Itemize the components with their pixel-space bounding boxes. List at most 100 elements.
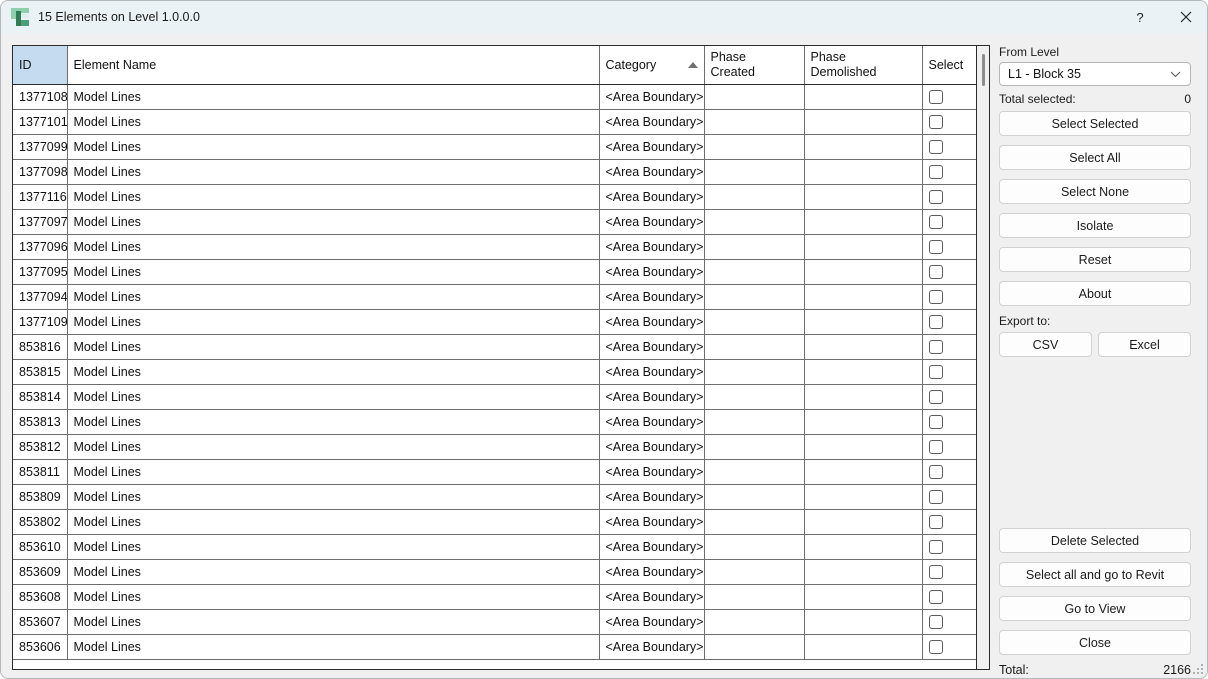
column-header-element-name[interactable]: Element Name: [67, 46, 599, 84]
row-select-checkbox[interactable]: [929, 115, 943, 129]
cell-select[interactable]: [922, 509, 978, 534]
column-header-category[interactable]: Category: [599, 46, 704, 84]
cell-element-name: Model Lines: [67, 559, 599, 584]
row-select-checkbox[interactable]: [929, 165, 943, 179]
cell-select[interactable]: [922, 609, 978, 634]
row-select-checkbox[interactable]: [929, 590, 943, 604]
cell-select[interactable]: [922, 584, 978, 609]
cell-select[interactable]: [922, 259, 978, 284]
export-excel-button[interactable]: Excel: [1098, 332, 1191, 357]
row-select-checkbox[interactable]: [929, 415, 943, 429]
select-none-button[interactable]: Select None: [999, 179, 1191, 204]
row-select-checkbox[interactable]: [929, 315, 943, 329]
table-row[interactable]: 853812Model Lines<Area Boundary>: [13, 434, 978, 459]
cell-select[interactable]: [922, 559, 978, 584]
column-header-phase-created[interactable]: Phase Created: [704, 46, 804, 84]
table-row[interactable]: 853609Model Lines<Area Boundary>: [13, 559, 978, 584]
row-select-checkbox[interactable]: [929, 640, 943, 654]
row-select-checkbox[interactable]: [929, 615, 943, 629]
table-row[interactable]: 853607Model Lines<Area Boundary>: [13, 609, 978, 634]
grid-vertical-scrollbar[interactable]: [976, 46, 989, 669]
cell-select[interactable]: [922, 234, 978, 259]
table-row[interactable]: 853802Model Lines<Area Boundary>: [13, 509, 978, 534]
about-button[interactable]: About: [999, 281, 1191, 306]
table-row[interactable]: 853610Model Lines<Area Boundary>: [13, 534, 978, 559]
table-row[interactable]: 853815Model Lines<Area Boundary>: [13, 359, 978, 384]
cell-select[interactable]: [922, 109, 978, 134]
table-row[interactable]: 853816Model Lines<Area Boundary>: [13, 334, 978, 359]
isolate-button[interactable]: Isolate: [999, 213, 1191, 238]
table-row[interactable]: 853811Model Lines<Area Boundary>: [13, 459, 978, 484]
help-button[interactable]: ?: [1117, 1, 1163, 33]
cell-element-name: Model Lines: [67, 259, 599, 284]
table-row[interactable]: 1377109Model Lines<Area Boundary>: [13, 309, 978, 334]
table-row[interactable]: 1377096Model Lines<Area Boundary>: [13, 234, 978, 259]
cell-select[interactable]: [922, 359, 978, 384]
table-row[interactable]: 1377108Model Lines<Area Boundary>: [13, 84, 978, 109]
grid-scrollbar-thumb[interactable]: [982, 54, 985, 86]
row-select-checkbox[interactable]: [929, 290, 943, 304]
cell-select[interactable]: [922, 534, 978, 559]
column-header-phase-demolished-line1: Phase: [811, 50, 846, 64]
cell-id: 853816: [13, 334, 67, 359]
table-row[interactable]: 1377094Model Lines<Area Boundary>: [13, 284, 978, 309]
table-row[interactable]: 1377101Model Lines<Area Boundary>: [13, 109, 978, 134]
row-select-checkbox[interactable]: [929, 465, 943, 479]
row-select-checkbox[interactable]: [929, 565, 943, 579]
from-level-dropdown[interactable]: L1 - Block 35: [999, 62, 1191, 86]
row-select-checkbox[interactable]: [929, 90, 943, 104]
select-all-button[interactable]: Select All: [999, 145, 1191, 170]
select-all-go-to-revit-button[interactable]: Select all and go to Revit: [999, 562, 1191, 587]
cell-phase-demolished: [804, 284, 922, 309]
cell-select[interactable]: [922, 159, 978, 184]
table-row[interactable]: 1377097Model Lines<Area Boundary>: [13, 209, 978, 234]
row-select-checkbox[interactable]: [929, 540, 943, 554]
delete-selected-button[interactable]: Delete Selected: [999, 528, 1191, 553]
table-row[interactable]: 1377098Model Lines<Area Boundary>: [13, 159, 978, 184]
table-row[interactable]: 853608Model Lines<Area Boundary>: [13, 584, 978, 609]
resize-grip-icon[interactable]: [1193, 664, 1205, 676]
row-select-checkbox[interactable]: [929, 240, 943, 254]
row-select-checkbox[interactable]: [929, 515, 943, 529]
cell-select[interactable]: [922, 334, 978, 359]
cell-select[interactable]: [922, 434, 978, 459]
cell-category: <Area Boundary>: [599, 509, 704, 534]
table-row[interactable]: 853606Model Lines<Area Boundary>: [13, 634, 978, 659]
cell-select[interactable]: [922, 459, 978, 484]
cell-select[interactable]: [922, 284, 978, 309]
table-row[interactable]: 1377095Model Lines<Area Boundary>: [13, 259, 978, 284]
cell-select[interactable]: [922, 134, 978, 159]
cell-select[interactable]: [922, 484, 978, 509]
column-header-id[interactable]: ID: [13, 46, 67, 84]
go-to-view-button[interactable]: Go to View: [999, 596, 1191, 621]
cell-select[interactable]: [922, 84, 978, 109]
cell-select[interactable]: [922, 309, 978, 334]
cell-select[interactable]: [922, 634, 978, 659]
row-select-checkbox[interactable]: [929, 440, 943, 454]
table-row[interactable]: 1377116Model Lines<Area Boundary>: [13, 184, 978, 209]
row-select-checkbox[interactable]: [929, 490, 943, 504]
row-select-checkbox[interactable]: [929, 265, 943, 279]
row-select-checkbox[interactable]: [929, 340, 943, 354]
cell-select[interactable]: [922, 384, 978, 409]
table-row[interactable]: 853813Model Lines<Area Boundary>: [13, 409, 978, 434]
row-select-checkbox[interactable]: [929, 365, 943, 379]
row-select-checkbox[interactable]: [929, 190, 943, 204]
cell-select[interactable]: [922, 209, 978, 234]
select-selected-button[interactable]: Select Selected: [999, 111, 1191, 136]
table-row[interactable]: 853814Model Lines<Area Boundary>: [13, 384, 978, 409]
row-select-checkbox[interactable]: [929, 140, 943, 154]
close-dialog-button[interactable]: Close: [999, 630, 1191, 655]
column-header-phase-demolished[interactable]: Phase Demolished: [804, 46, 922, 84]
export-csv-button[interactable]: CSV: [999, 332, 1092, 357]
cell-select[interactable]: [922, 184, 978, 209]
row-select-checkbox[interactable]: [929, 390, 943, 404]
close-button[interactable]: [1163, 1, 1208, 33]
cell-element-name: Model Lines: [67, 459, 599, 484]
table-row[interactable]: 1377099Model Lines<Area Boundary>: [13, 134, 978, 159]
cell-select[interactable]: [922, 409, 978, 434]
column-header-select[interactable]: Select: [922, 46, 978, 84]
row-select-checkbox[interactable]: [929, 215, 943, 229]
table-row[interactable]: 853809Model Lines<Area Boundary>: [13, 484, 978, 509]
reset-button[interactable]: Reset: [999, 247, 1191, 272]
